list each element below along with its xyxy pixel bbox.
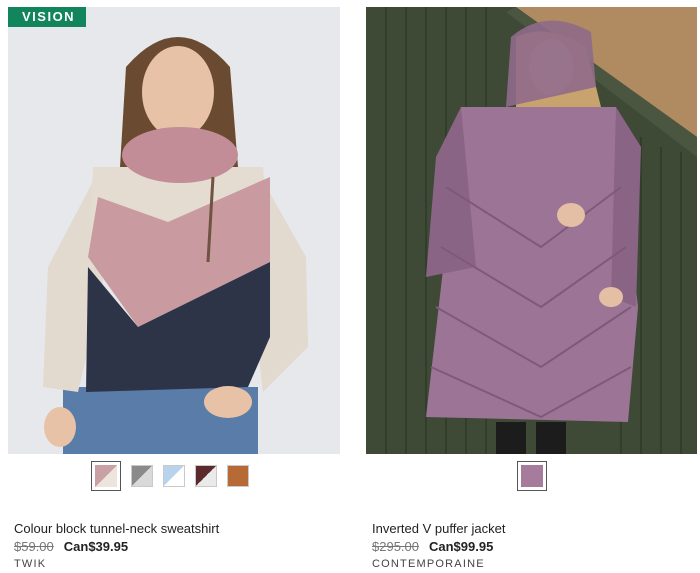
product-name[interactable]: Inverted V puffer jacket (372, 521, 505, 536)
product-card-sweatshirt[interactable]: VISION Colour block tunnel-neck sweatshi… (8, 0, 340, 570)
swatch-pink[interactable] (91, 461, 121, 491)
puffer-photo (366, 7, 697, 454)
brand-name[interactable]: TWIK (14, 558, 46, 570)
swatch-light-blue[interactable] (163, 465, 185, 487)
original-price: $59.00 (14, 539, 54, 554)
color-swatches (91, 461, 249, 491)
swatch-grey[interactable] (131, 465, 153, 487)
swatch-mauve[interactable] (517, 461, 547, 491)
sweatshirt-photo (8, 7, 340, 454)
product-name[interactable]: Colour block tunnel-neck sweatshirt (14, 521, 219, 536)
swatch-burgundy[interactable] (195, 465, 217, 487)
original-price: $295.00 (372, 539, 419, 554)
swatch-caramel[interactable] (227, 465, 249, 487)
color-swatches (517, 461, 547, 491)
brand-name[interactable]: CONTEMPORAINE (372, 558, 485, 570)
sale-price: Can$39.95 (63, 539, 129, 554)
price-block: $59.00 Can$39.95 (14, 539, 128, 554)
price-block: $295.00 Can$99.95 (372, 539, 493, 554)
product-image-puffer[interactable] (366, 7, 697, 454)
product-card-puffer[interactable]: Inverted V puffer jacket $295.00 Can$99.9… (366, 0, 697, 570)
product-image-sweatshirt[interactable]: VISION (8, 7, 340, 454)
vision-badge: VISION (8, 7, 86, 27)
sale-price: Can$99.95 (429, 539, 494, 554)
